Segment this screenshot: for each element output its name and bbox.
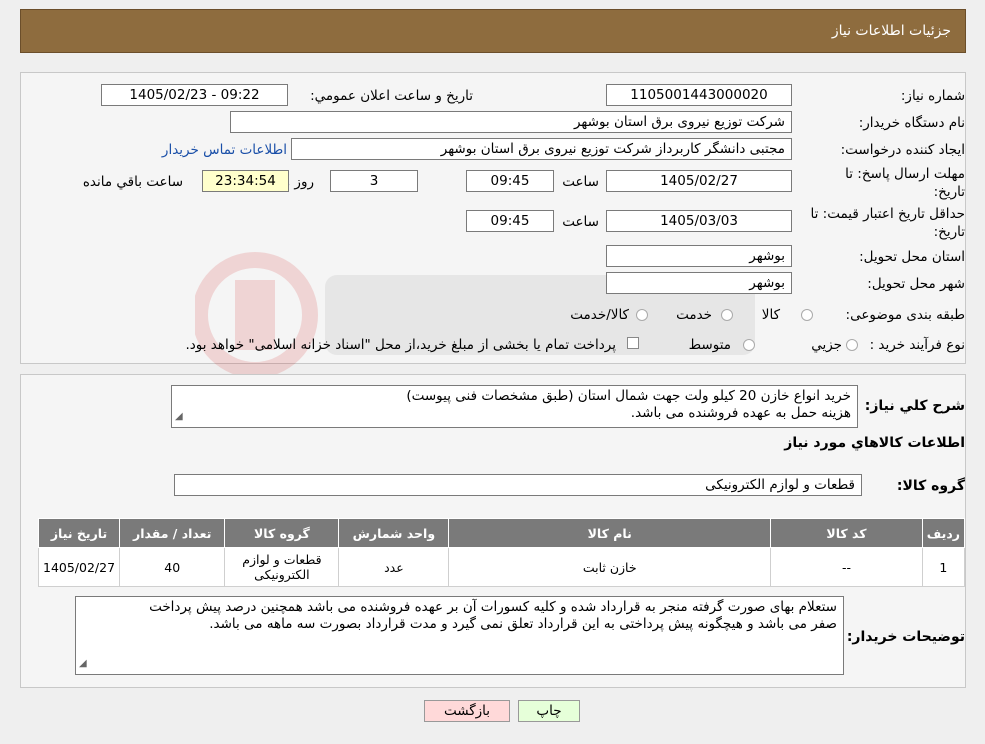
validity-label: حداقل تاريخ اعتبار قيمت: تا: [810, 206, 965, 222]
deadline-label-2: تاريخ:: [933, 184, 965, 200]
deadline-time-label: ساعت: [562, 174, 599, 190]
category-service-radio[interactable]: [721, 309, 733, 321]
cell-row-number: 1: [921, 547, 966, 587]
contact-buyer-link[interactable]: اطلاعات تماس خريدار: [162, 142, 287, 158]
table-header-row: رديف کد کالا نام کالا واحد شمارش گروه کا…: [37, 518, 966, 548]
buyer-notes-label: توضيحات خريدار:: [846, 629, 965, 645]
goods-group-label: گروه کالا:: [896, 478, 965, 494]
city-field: بوشهر: [606, 272, 792, 294]
col-quantity: تعداد / مقدار: [119, 518, 226, 548]
col-row-number: رديف: [921, 518, 966, 548]
process-medium-label: متوسط: [688, 337, 731, 353]
summary-line-1: خرید انواع خازن 20 کیلو ولت جهت شمال است…: [406, 388, 851, 404]
cell-unit: عدد: [338, 547, 450, 587]
need-number-field: 1105001443000020: [606, 84, 792, 106]
cell-quantity: 40: [119, 547, 226, 587]
summary-label: شرح کلي نياز:: [864, 398, 965, 414]
province-label: استان محل تحويل:: [859, 249, 965, 265]
province-field: بوشهر: [606, 245, 792, 267]
page-header: جزئیات اطلاعات نیاز: [20, 9, 966, 53]
process-medium-radio[interactable]: [743, 339, 755, 351]
process-type-label: نوع فرآيند خريد :: [869, 337, 965, 353]
announce-field: 1405/02/23 - 09:22: [101, 84, 288, 106]
col-goods-code: کد کالا: [770, 518, 923, 548]
cell-goods-name: خازن ثابت: [448, 547, 772, 587]
payment-note: پرداخت تمام یا بخشی از مبلغ خرید،از محل …: [185, 337, 616, 353]
cell-goods-code: --: [770, 547, 923, 587]
category-goods-label: کالا: [761, 307, 780, 323]
category-goods-radio[interactable]: [801, 309, 813, 321]
goods-info-title: اطلاعات کالاهاي مورد نياز: [784, 435, 965, 451]
table-row: 1 -- خازن ثابت عدد قطعات و لوازم الکترون…: [37, 547, 966, 587]
resize-handle-icon[interactable]: ◢: [175, 408, 183, 425]
deadline-label: مهلت ارسال پاسخ: تا: [845, 166, 965, 182]
deadline-date-field: 1405/02/27: [606, 170, 792, 192]
summary-line-2: هزینه حمل به عهده فروشنده می باشد.: [630, 405, 851, 421]
buyer-label: نام دستگاه خريدار:: [858, 115, 965, 131]
page-title: جزئیات اطلاعات نیاز: [831, 23, 951, 39]
validity-time-field: 09:45: [466, 210, 554, 232]
resize-handle-icon[interactable]: ◢: [79, 655, 87, 672]
creator-field: مجتبی دانشگر کاربرداز شرکت توزیع نیروی ب…: [291, 138, 792, 160]
city-label: شهر محل تحويل:: [867, 276, 965, 292]
buyer-notes-line-2: صفر می باشد و هیچگونه پیش پرداختی به این…: [209, 616, 837, 632]
col-goods-name: نام کالا: [448, 518, 772, 548]
category-goods-service-label: کالا/خدمت: [570, 307, 629, 323]
cell-goods-group: قطعات و لوازم الکترونیکی: [224, 547, 340, 587]
items-table: رديف کد کالا نام کالا واحد شمارش گروه کا…: [37, 518, 966, 587]
summary-textarea[interactable]: خرید انواع خازن 20 کیلو ولت جهت شمال است…: [171, 385, 858, 428]
days-remaining-field: 3: [330, 170, 418, 192]
remaining-time-label: ساعت باقي مانده: [82, 174, 183, 190]
process-partial-radio[interactable]: [846, 339, 858, 351]
goods-group-field: قطعات و لوازم الکترونیکی: [174, 474, 862, 496]
buyer-notes-textarea[interactable]: ستعلام بهای صورت گرفته منجر به قرارداد ش…: [75, 596, 844, 675]
announce-label: تاریخ و ساعت اعلان عمومي:: [310, 88, 473, 104]
cell-need-date: 1405/02/27: [37, 547, 121, 587]
need-number-label: شماره نیاز:: [900, 88, 965, 104]
creator-label: ايجاد کننده درخواست:: [840, 142, 965, 158]
remaining-time-field: 23:34:54: [202, 170, 289, 192]
validity-time-label: ساعت: [562, 214, 599, 230]
print-button[interactable]: چاپ: [518, 700, 580, 722]
treasury-payment-checkbox[interactable]: [627, 337, 639, 349]
buyer-field: شرکت توزیع نیروی برق استان بوشهر: [230, 111, 792, 133]
col-goods-group: گروه کالا: [224, 518, 340, 548]
category-label: طبقه بندی موضوعی:: [845, 307, 965, 323]
validity-date-field: 1405/03/03: [606, 210, 792, 232]
deadline-time-field: 09:45: [466, 170, 554, 192]
col-unit: واحد شمارش: [338, 518, 450, 548]
process-partial-label: جزيي: [811, 337, 842, 353]
category-service-label: خدمت: [676, 307, 712, 323]
back-button[interactable]: بازگشت: [424, 700, 510, 722]
validity-label-2: تاريخ:: [933, 224, 965, 240]
buyer-notes-line-1: ستعلام بهای صورت گرفته منجر به قرارداد ش…: [149, 599, 837, 615]
col-need-date: تاريخ نياز: [37, 518, 121, 548]
category-goods-service-radio[interactable]: [636, 309, 648, 321]
